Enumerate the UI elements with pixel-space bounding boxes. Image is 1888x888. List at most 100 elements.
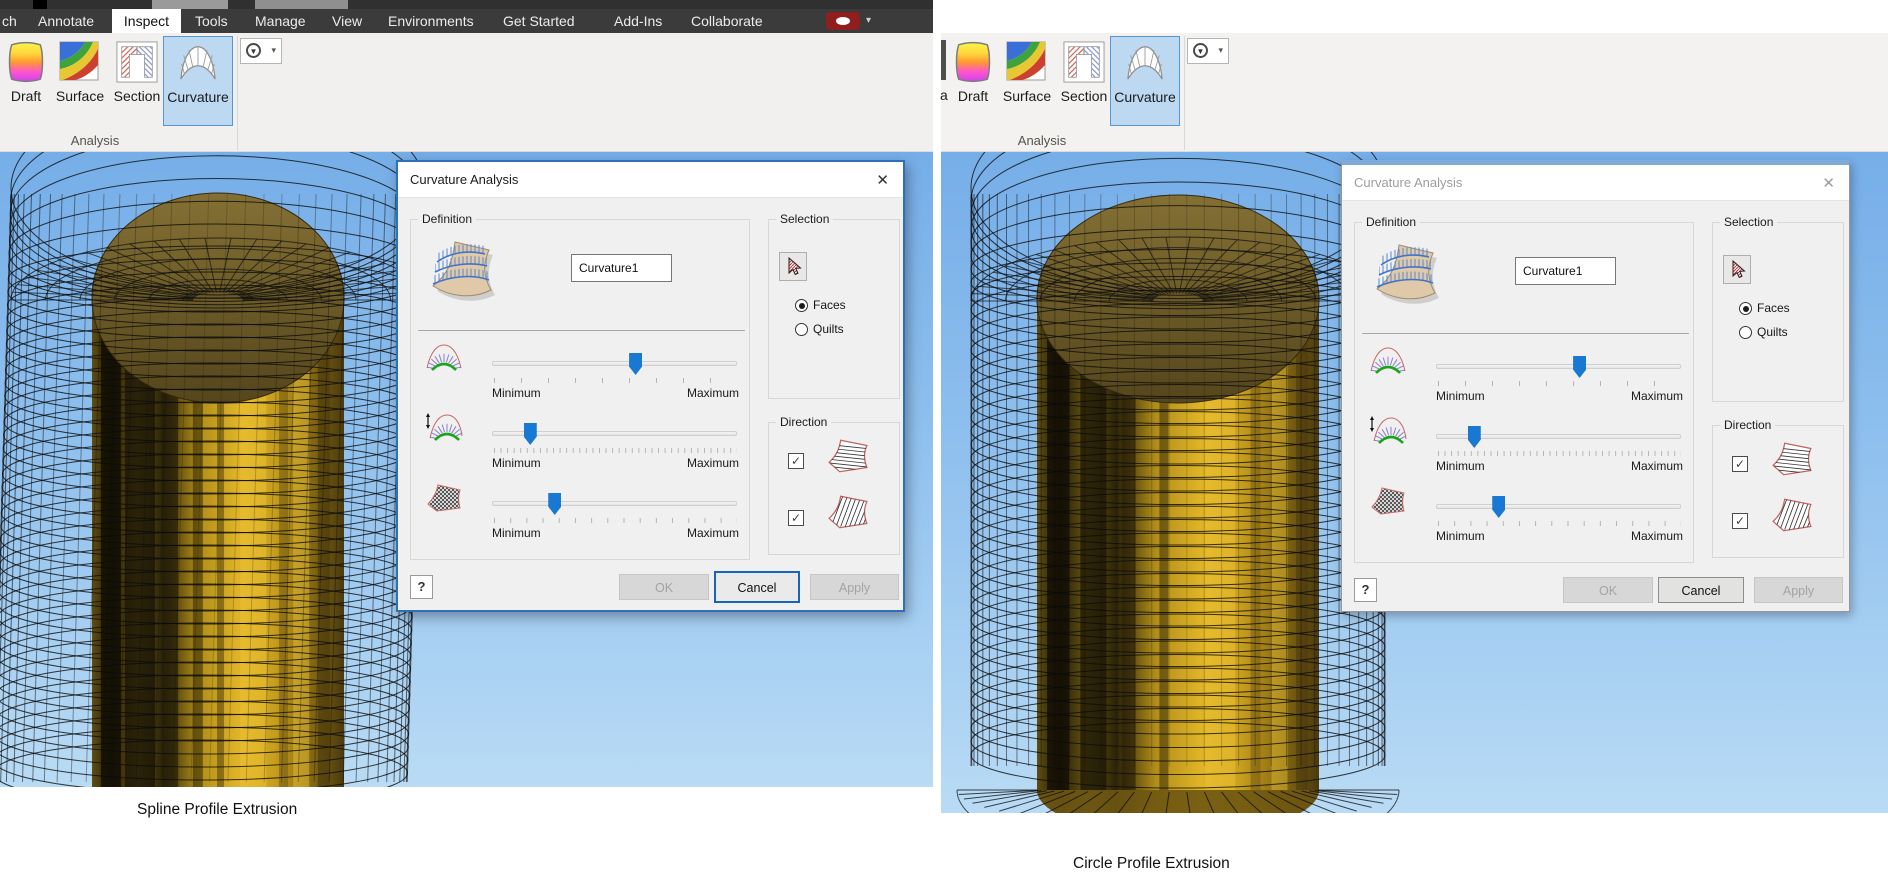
ok-button[interactable]: OK (619, 574, 709, 600)
ribbon-tool-label: Draft (957, 88, 989, 104)
chevron-down-icon[interactable]: ▾ (866, 9, 871, 33)
ribbon-tool-surface[interactable]: Surface (1002, 36, 1052, 136)
cancel-button[interactable]: Cancel (714, 571, 800, 603)
direction-group: Direction ✓ ✓ (768, 415, 900, 555)
apply-button[interactable]: Apply (1754, 577, 1843, 603)
left-caption: Spline Profile Extrusion (137, 801, 298, 818)
min-label: Minimum (492, 456, 541, 470)
ribbon-tool-draft[interactable]: Draft (948, 36, 998, 136)
radio-circle[interactable] (1739, 302, 1752, 315)
tab-add-ins[interactable]: Add-Ins (614, 9, 662, 33)
slider-ticks (494, 518, 737, 523)
slider-thumb[interactable] (1467, 426, 1481, 448)
slider-track[interactable] (492, 423, 737, 445)
tab-get-started[interactable]: Get Started (503, 9, 575, 33)
panel-options-dropdown-button[interactable]: ▼ ▾ (1187, 38, 1229, 64)
help-button[interactable]: ? (1354, 578, 1377, 602)
min-curvature-comb-icon (1369, 415, 1409, 451)
mesh-slider-row: Minimum Maximum (411, 480, 751, 546)
titlebar-segment (152, 0, 228, 9)
selection-group-label: Selection (1720, 215, 1778, 229)
min-label: Minimum (1436, 459, 1485, 473)
ribbon-tool-curvature-active[interactable]: Curvature (1110, 36, 1180, 126)
tab-inspect-active[interactable]: Inspect (112, 9, 181, 33)
select-arrow-button[interactable] (1723, 255, 1751, 284)
cursor-arrow-icon (788, 257, 802, 276)
radio-circle[interactable] (795, 323, 808, 336)
curvature-analysis-dialog-active[interactable]: Curvature Analysis ✕ Definition Curvatur… (396, 160, 905, 612)
max-curvature-comb-icon (1369, 345, 1409, 381)
ribbon-tool-section[interactable]: Section (112, 36, 162, 136)
slider-thumb[interactable] (1573, 356, 1587, 378)
ribbon-right: Draft Surface Section Curvature ▼ ▾ Anal… (941, 33, 1888, 152)
draft-analysis-icon (952, 41, 994, 83)
selection-group: Selection Faces Quilts (768, 212, 900, 399)
direction-u-checkbox[interactable]: ✓ (1732, 456, 1748, 472)
analysis-name-input[interactable]: Curvature1 (1515, 257, 1616, 285)
ok-button[interactable]: OK (1563, 577, 1653, 603)
slider-thumb[interactable] (548, 493, 562, 515)
tab-tools[interactable]: Tools (195, 9, 228, 33)
account-badge-icon[interactable] (826, 12, 860, 30)
cropped-tool-label: a (940, 87, 948, 103)
direction-v-checkbox[interactable]: ✓ (788, 510, 804, 526)
radio-circle[interactable] (1739, 326, 1752, 339)
dialog-titlebar[interactable]: Curvature Analysis ✕ (1342, 165, 1849, 201)
slider-ticks (1438, 451, 1681, 456)
slider-thumb[interactable] (1492, 496, 1506, 518)
min-curvature-slider-row: Minimum Maximum (1355, 413, 1695, 479)
ribbon-tool-curvature-active[interactable]: Curvature (163, 36, 233, 126)
tab-view[interactable]: View (332, 9, 362, 33)
selection-group-label: Selection (776, 212, 834, 226)
cancel-button[interactable]: Cancel (1658, 577, 1744, 603)
analysis-name-input[interactable]: Curvature1 (571, 254, 672, 282)
ribbon-tool-section[interactable]: Section (1059, 36, 1109, 136)
panel-options-dropdown-button[interactable]: ▼ ▾ (240, 38, 282, 64)
curvature-analysis-icon (177, 43, 219, 85)
cropped-tool-icon (941, 40, 946, 80)
curvature-analysis-dialog-inactive[interactable]: Curvature Analysis ✕ Definition Curvatur… (1341, 160, 1850, 612)
min-label: Minimum (1436, 529, 1485, 543)
ribbon-tool-label: Section (113, 88, 161, 104)
direction-u-checkbox[interactable]: ✓ (788, 453, 804, 469)
tab-manage[interactable]: Manage (255, 9, 306, 33)
tab-sketch-partial[interactable]: ch (2, 9, 17, 33)
direction-group-label: Direction (776, 415, 832, 429)
slider-ticks (1438, 381, 1681, 386)
slider-track[interactable] (1436, 496, 1681, 518)
divider (418, 330, 745, 331)
titlebar-segment (255, 0, 348, 9)
tab-collaborate[interactable]: Collaborate (691, 9, 763, 33)
ribbon-separator (237, 36, 238, 150)
surface-analysis-icon (59, 41, 101, 83)
slider-thumb[interactable] (629, 353, 643, 375)
slider-track[interactable] (1436, 356, 1681, 378)
close-icon[interactable]: ✕ (876, 171, 889, 189)
min-label: Minimum (1436, 389, 1485, 403)
side-by-side-comparison: ch Annotate Inspect Tools Manage View En… (0, 0, 1888, 888)
tab-environments[interactable]: Environments (388, 9, 474, 33)
max-curvature-slider-row: Minimum Maximum (1355, 343, 1695, 409)
slider-thumb[interactable] (523, 423, 537, 445)
ribbon-tool-label: Surface (1002, 88, 1052, 104)
select-arrow-button[interactable] (779, 252, 807, 281)
ribbon-tool-draft[interactable]: Draft (1, 36, 51, 136)
close-icon[interactable]: ✕ (1822, 174, 1835, 192)
tab-annotate[interactable]: Annotate (38, 9, 94, 33)
section-analysis-icon (1063, 41, 1105, 83)
ribbon-tool-label: Surface (55, 88, 105, 104)
ribbon-tool-label: Curvature (167, 89, 229, 105)
slider-track[interactable] (492, 493, 737, 515)
circled-triangle-icon: ▼ (1193, 43, 1208, 58)
ribbon-tool-label: Curvature (1114, 89, 1176, 105)
slider-track[interactable] (492, 353, 737, 375)
direction-v-checkbox[interactable]: ✓ (1732, 513, 1748, 529)
radio-circle[interactable] (795, 299, 808, 312)
apply-button[interactable]: Apply (810, 574, 899, 600)
slider-track[interactable] (1436, 426, 1681, 448)
ribbon-tool-surface[interactable]: Surface (55, 36, 105, 136)
dialog-titlebar[interactable]: Curvature Analysis ✕ (398, 162, 903, 198)
slider-ticks (494, 378, 737, 383)
help-button[interactable]: ? (410, 575, 433, 599)
draft-analysis-icon (5, 41, 47, 83)
